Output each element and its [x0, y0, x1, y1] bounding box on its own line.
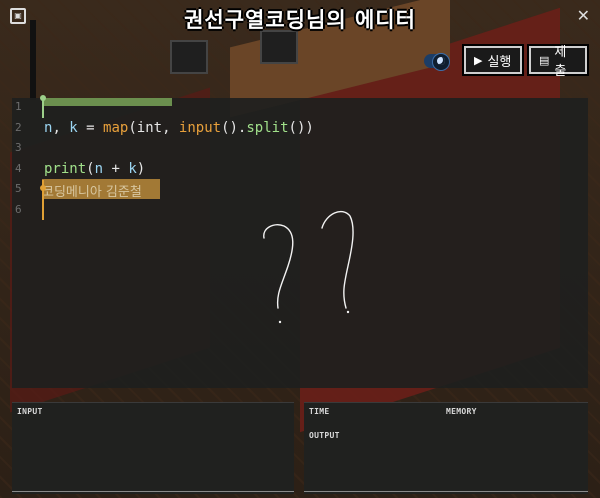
- page-title: 권선구열코딩님의 에디터: [184, 8, 416, 32]
- moon-icon: [432, 53, 450, 71]
- submit-button-label: 제출: [554, 45, 567, 79]
- close-icon[interactable]: ✕: [577, 6, 590, 25]
- run-button[interactable]: ▶ 실행: [464, 46, 522, 74]
- submit-button[interactable]: ▤ 제출: [529, 45, 587, 79]
- time-label: TIME: [309, 407, 330, 416]
- chair: [260, 30, 298, 64]
- input-label: INPUT: [17, 407, 43, 416]
- code-editor[interactable]: 1 2 n, k = map(int, input().split()) 3 4…: [12, 95, 588, 388]
- run-button-label: 실행: [487, 54, 512, 70]
- divider: [12, 491, 294, 492]
- theme-toggle[interactable]: [424, 53, 450, 71]
- input-panel[interactable]: INPUT: [12, 402, 294, 494]
- document-icon: ▤: [539, 53, 550, 67]
- output-label: OUTPUT: [309, 431, 340, 440]
- play-icon: ▶: [474, 53, 483, 67]
- handwritten-drawing: [263, 210, 354, 324]
- memory-label: MEMORY: [446, 407, 477, 416]
- chair: [170, 40, 208, 74]
- divider: [304, 491, 588, 492]
- output-panel: TIME MEMORY OUTPUT: [304, 402, 588, 494]
